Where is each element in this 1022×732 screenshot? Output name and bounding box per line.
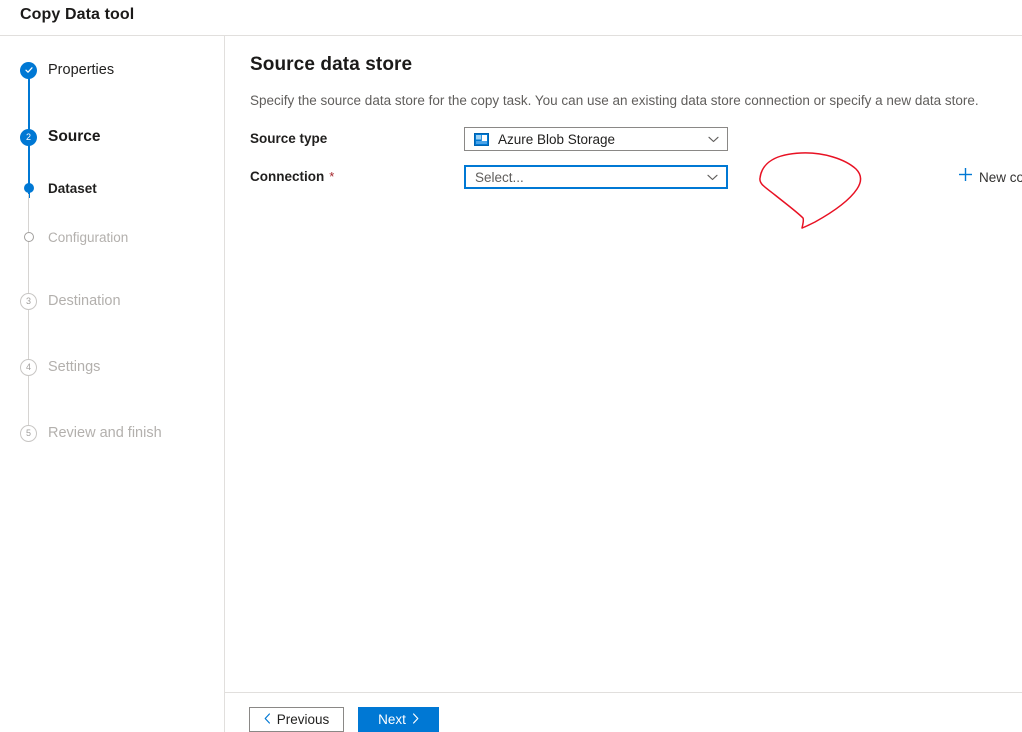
form-row-connection: Connection * Select... New connection: [225, 165, 1022, 189]
sidebar-step-configuration[interactable]: Configuration: [0, 222, 224, 252]
step-number-badge: 5: [20, 424, 37, 442]
sidebar-step-source[interactable]: 2 Source: [0, 122, 224, 152]
page-title: Source data store: [250, 54, 413, 75]
new-connection-label: New connection: [979, 169, 1022, 185]
step-marker-destination: 3: [20, 292, 37, 310]
window-header: Copy Data tool: [0, 0, 1022, 35]
filled-dot-icon: [23, 183, 34, 193]
required-asterisk: *: [329, 169, 335, 184]
plus-icon: [958, 167, 973, 187]
page-description: Specify the source data store for the co…: [250, 93, 979, 108]
step-number-badge: 2: [20, 128, 37, 146]
sidebar-step-label-settings: Settings: [48, 359, 101, 375]
step-marker-properties: [20, 61, 37, 79]
connection-label: Connection *: [250, 165, 334, 189]
sidebar-step-dataset[interactable]: Dataset: [0, 173, 224, 203]
step-marker-configuration: [20, 229, 37, 246]
sidebar-step-settings[interactable]: 4 Settings: [0, 352, 224, 382]
new-connection-button[interactable]: New connection: [958, 165, 1022, 189]
next-button[interactable]: Next: [358, 707, 439, 732]
form-row-source-type: Source type Azure Blob Storage: [225, 127, 1022, 151]
azure-blob-storage-icon: [474, 132, 489, 146]
step-marker-source: 2: [20, 128, 37, 146]
step-marker-review-and-finish: 5: [20, 424, 37, 442]
chevron-down-icon[interactable]: [707, 168, 718, 186]
sidebar-step-properties[interactable]: Properties: [0, 55, 224, 85]
sidebar-step-label-properties: Properties: [48, 62, 115, 78]
step-number-badge: 3: [20, 292, 37, 310]
sidebar-step-label-review-and-finish: Review and finish: [48, 425, 162, 441]
chevron-down-icon[interactable]: [708, 130, 719, 148]
wizard-sidebar: Properties 2 Source Dataset Configuratio…: [0, 36, 224, 732]
previous-button-label: Previous: [276, 712, 330, 727]
chevron-right-icon: [412, 712, 419, 727]
sidebar-step-label-configuration: Configuration: [48, 229, 129, 245]
check-icon: [20, 61, 37, 79]
sidebar-step-review-and-finish[interactable]: 5 Review and finish: [0, 418, 224, 448]
source-type-label: Source type: [250, 131, 328, 146]
source-type-dropdown[interactable]: Azure Blob Storage: [464, 127, 728, 151]
step-marker-dataset: [20, 180, 37, 197]
main-content: Source data store Specify the source dat…: [225, 36, 1022, 732]
step-marker-settings: 4: [20, 358, 37, 376]
next-button-label: Next: [378, 712, 406, 727]
window-title: Copy Data tool: [20, 6, 135, 23]
hollow-circle-icon: [23, 232, 34, 242]
connection-value: Select...: [475, 169, 524, 185]
sidebar-step-label-dataset: Dataset: [48, 180, 97, 196]
step-number-badge: 4: [20, 358, 37, 376]
chevron-left-icon: [264, 712, 271, 727]
connection-label-text: Connection: [250, 169, 325, 184]
source-type-value: Azure Blob Storage: [498, 131, 616, 147]
copy-data-tool-window: Copy Data tool Properties 2 Source Datas…: [0, 0, 1022, 732]
sidebar-step-label-destination: Destination: [48, 293, 121, 309]
sidebar-step-label-source: Source: [48, 128, 101, 145]
previous-button[interactable]: Previous: [249, 707, 344, 732]
connection-dropdown[interactable]: Select...: [464, 165, 728, 189]
sidebar-step-destination[interactable]: 3 Destination: [0, 286, 224, 316]
wizard-footer: Previous Next: [225, 693, 1022, 732]
